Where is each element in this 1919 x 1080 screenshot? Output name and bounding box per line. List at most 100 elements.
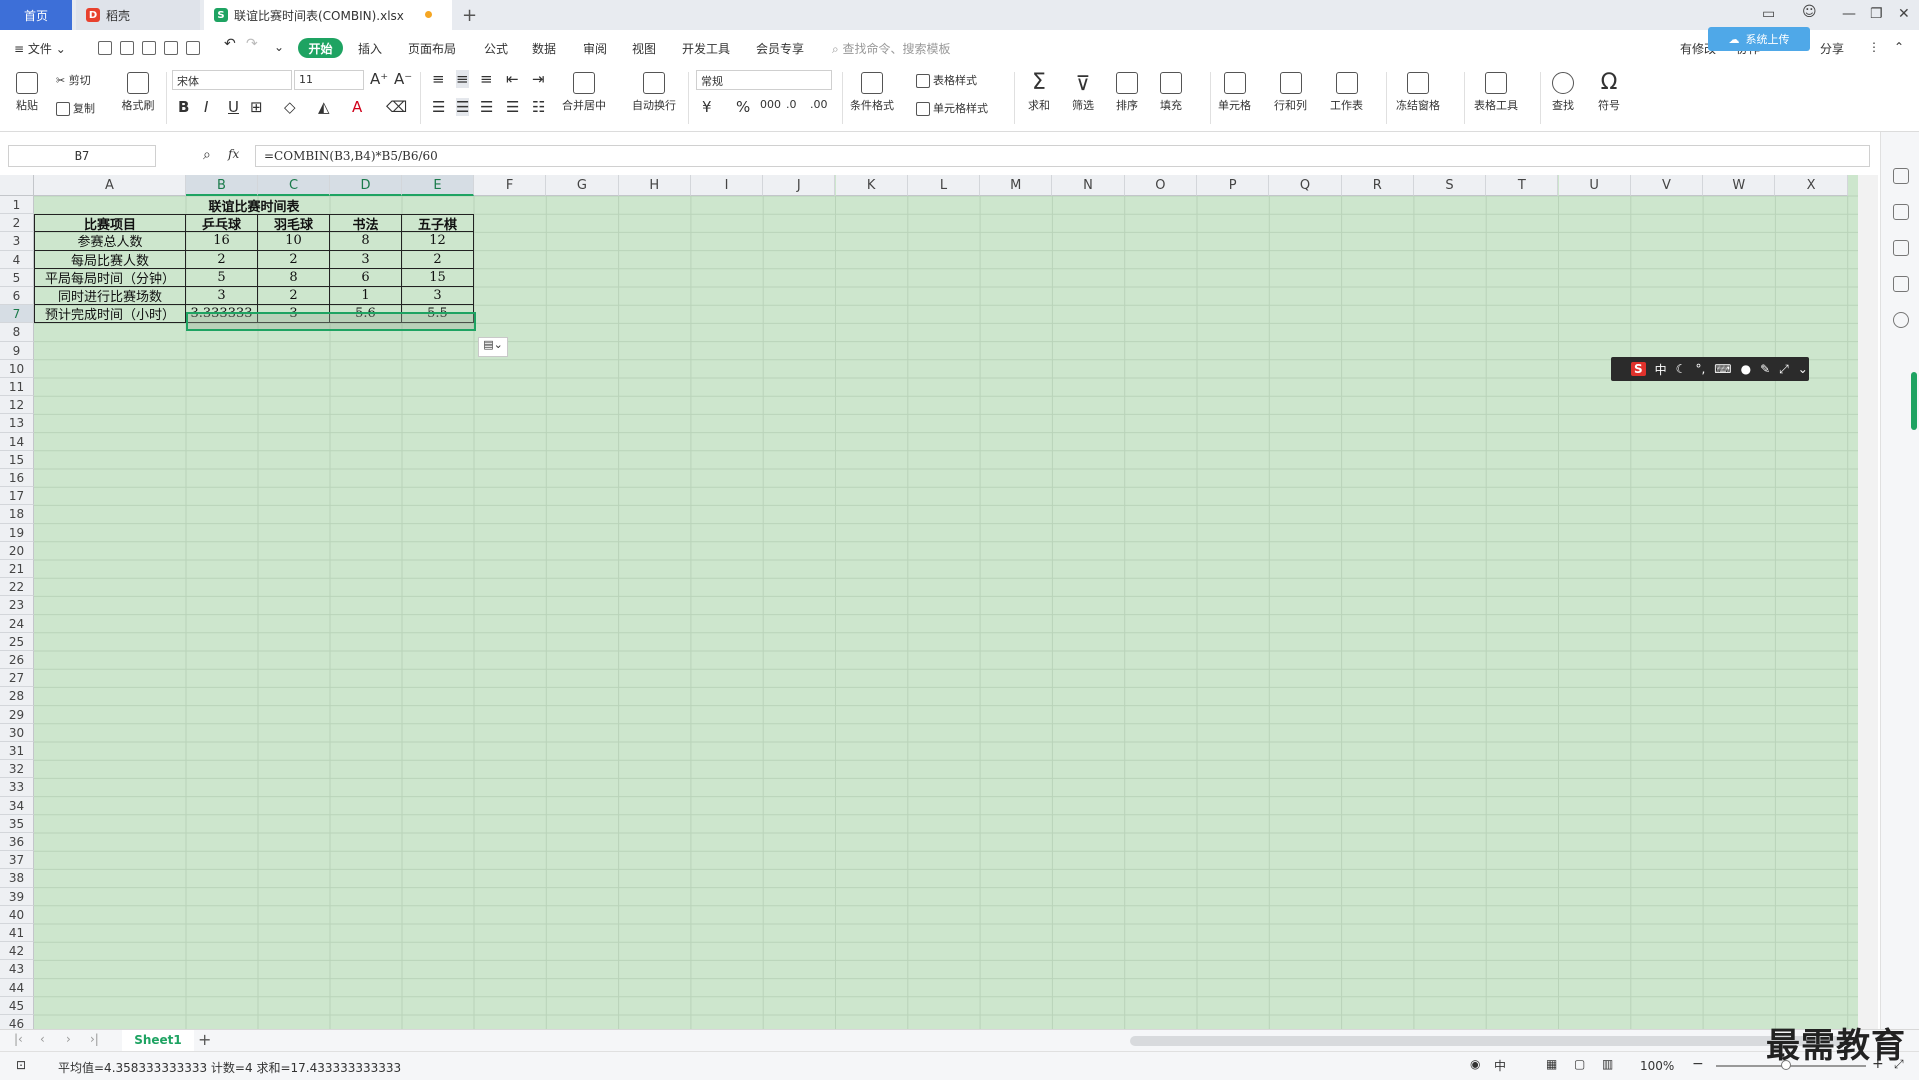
table-cell[interactable]: 16 [186, 232, 258, 251]
row-header-1[interactable]: 1 [0, 196, 34, 215]
copy-button[interactable]: 复制 [56, 100, 95, 116]
column-header-j[interactable]: J [763, 175, 836, 196]
zoom-level[interactable]: 100% [1640, 1059, 1674, 1073]
tab-docer[interactable]: D 稻壳 [76, 0, 200, 30]
column-header-u[interactable]: U [1558, 175, 1631, 196]
help-icon[interactable] [1893, 312, 1909, 328]
cell-style-icon[interactable]: ◇ [284, 98, 296, 116]
table-cell[interactable]: 10 [258, 232, 330, 251]
table-cell[interactable]: 3 [402, 287, 474, 306]
zoom-formula-icon[interactable]: ⌕ [203, 147, 211, 163]
normal-view-icon[interactable]: ▦ [1546, 1057, 1557, 1071]
page-layout-view-icon[interactable]: ▢ [1574, 1057, 1585, 1071]
export-icon[interactable] [142, 41, 156, 55]
collapse-ribbon-icon[interactable]: ⌃ [1894, 40, 1904, 54]
row-header-44[interactable]: 44 [0, 978, 34, 997]
sum-button[interactable]: Σ 求和 [1028, 72, 1050, 113]
table-cell[interactable]: 1 [330, 287, 402, 306]
paste-options-icon[interactable]: ▤⌄ [478, 337, 508, 357]
decrease-indent-icon[interactable]: ⇤ [506, 70, 519, 88]
align-center-icon[interactable]: ☰ [456, 98, 470, 116]
find-button[interactable]: 查找 [1552, 72, 1574, 113]
table-header-cell[interactable]: 比赛项目 [34, 214, 186, 233]
clear-format-icon[interactable]: ⌫ [386, 98, 407, 116]
print-preview-icon[interactable] [186, 41, 200, 55]
macro-record-icon[interactable]: ⊡ [16, 1058, 26, 1072]
column-header-b[interactable]: B [186, 175, 258, 196]
undo-icon[interactable]: ↶ [224, 36, 236, 52]
command-search[interactable]: ⌕ 查找命令、搜索模板 [832, 40, 951, 57]
row-header-8[interactable]: 8 [0, 323, 34, 342]
tab-formulas[interactable]: 公式 [484, 40, 508, 57]
conditional-format-button[interactable]: 条件格式 [850, 72, 894, 113]
row-label-cell[interactable]: 参赛总人数 [34, 232, 186, 251]
row-header-32[interactable]: 32 [0, 760, 34, 779]
close-button[interactable]: ✕ [1898, 6, 1910, 22]
row-header-26[interactable]: 26 [0, 651, 34, 670]
row-header-7[interactable]: 7 [0, 305, 34, 324]
row-header-10[interactable]: 10 [0, 359, 34, 378]
format-painter-button[interactable]: 格式刷 [120, 72, 156, 113]
row-header-6[interactable]: 6 [0, 287, 34, 306]
print-icon[interactable] [164, 41, 178, 55]
align-middle-icon[interactable]: ≡ [456, 70, 469, 88]
column-header-p[interactable]: P [1197, 175, 1270, 196]
fill-button[interactable]: 填充 [1160, 72, 1182, 113]
column-header-s[interactable]: S [1413, 175, 1487, 196]
wrench-icon[interactable]: ✎ [1760, 362, 1770, 376]
column-header-k[interactable]: K [835, 175, 908, 196]
align-left-icon[interactable]: ☰ [432, 98, 445, 116]
window-list-icon[interactable]: ▭ [1762, 6, 1775, 22]
align-top-icon[interactable]: ≡ [432, 70, 445, 88]
cell-style-button[interactable]: 单元格样式 [916, 100, 988, 116]
tab-insert[interactable]: 插入 [358, 40, 382, 57]
align-bottom-icon[interactable]: ≡ [480, 70, 493, 88]
column-header-m[interactable]: M [980, 175, 1053, 196]
row-header-20[interactable]: 20 [0, 541, 34, 560]
table-header-cell[interactable]: 五子棋 [402, 214, 474, 233]
column-header-c[interactable]: C [258, 175, 330, 196]
increase-decimal-icon[interactable]: .0 [786, 98, 797, 111]
italic-icon[interactable]: I [204, 98, 208, 116]
share-button[interactable]: 分享 [1820, 40, 1844, 57]
tab-page-layout[interactable]: 页面布局 [408, 40, 456, 57]
table-header-cell[interactable]: 书法 [330, 214, 402, 233]
table-cell[interactable]: 12 [402, 232, 474, 251]
row-header-18[interactable]: 18 [0, 505, 34, 524]
justify-icon[interactable]: ☰ [506, 98, 519, 116]
table-cell[interactable]: 8 [330, 232, 402, 251]
minimize-button[interactable]: — [1842, 6, 1856, 22]
distributed-icon[interactable]: ☷ [532, 98, 545, 116]
table-cell[interactable]: 2 [258, 250, 330, 269]
new-file-icon[interactable] [98, 41, 112, 55]
panel-scroll-thumb[interactable] [1911, 372, 1917, 430]
table-tools-button[interactable]: 表格工具 [1474, 72, 1518, 113]
underline-icon[interactable]: U [228, 98, 239, 116]
wrap-text-button[interactable]: 自动换行 [632, 72, 676, 113]
row-header-30[interactable]: 30 [0, 723, 34, 742]
table-style-button[interactable]: 表格样式 [916, 72, 977, 88]
column-header-r[interactable]: R [1341, 175, 1414, 196]
tab-data[interactable]: 数据 [532, 40, 556, 57]
add-sheet-button[interactable]: + [198, 1030, 211, 1049]
page-break-view-icon[interactable]: ▥ [1602, 1057, 1613, 1071]
row-header-22[interactable]: 22 [0, 578, 34, 597]
paste-button[interactable]: 粘贴 [12, 72, 42, 113]
insert-function-button[interactable]: fx [228, 147, 239, 161]
table-cell[interactable]: 3 [186, 287, 258, 306]
assistant-icon[interactable] [1893, 168, 1909, 184]
row-header-23[interactable]: 23 [0, 596, 34, 615]
more-icon[interactable]: ⋮ [1868, 40, 1880, 54]
align-right-icon[interactable]: ☰ [480, 98, 493, 116]
row-header-43[interactable]: 43 [0, 960, 34, 979]
row-header-24[interactable]: 24 [0, 614, 34, 633]
ime-mode[interactable]: 中 [1655, 361, 1667, 378]
column-header-e[interactable]: E [402, 175, 474, 196]
table-cell[interactable]: 8 [258, 268, 330, 287]
backup-icon[interactable] [1893, 276, 1909, 292]
increase-font-icon[interactable]: A⁺ [370, 70, 388, 88]
row-label-cell[interactable]: 预计完成时间（小时） [34, 305, 186, 324]
row-header-42[interactable]: 42 [0, 942, 34, 961]
column-header-h[interactable]: H [618, 175, 691, 196]
table-cell[interactable]: 5 [186, 268, 258, 287]
